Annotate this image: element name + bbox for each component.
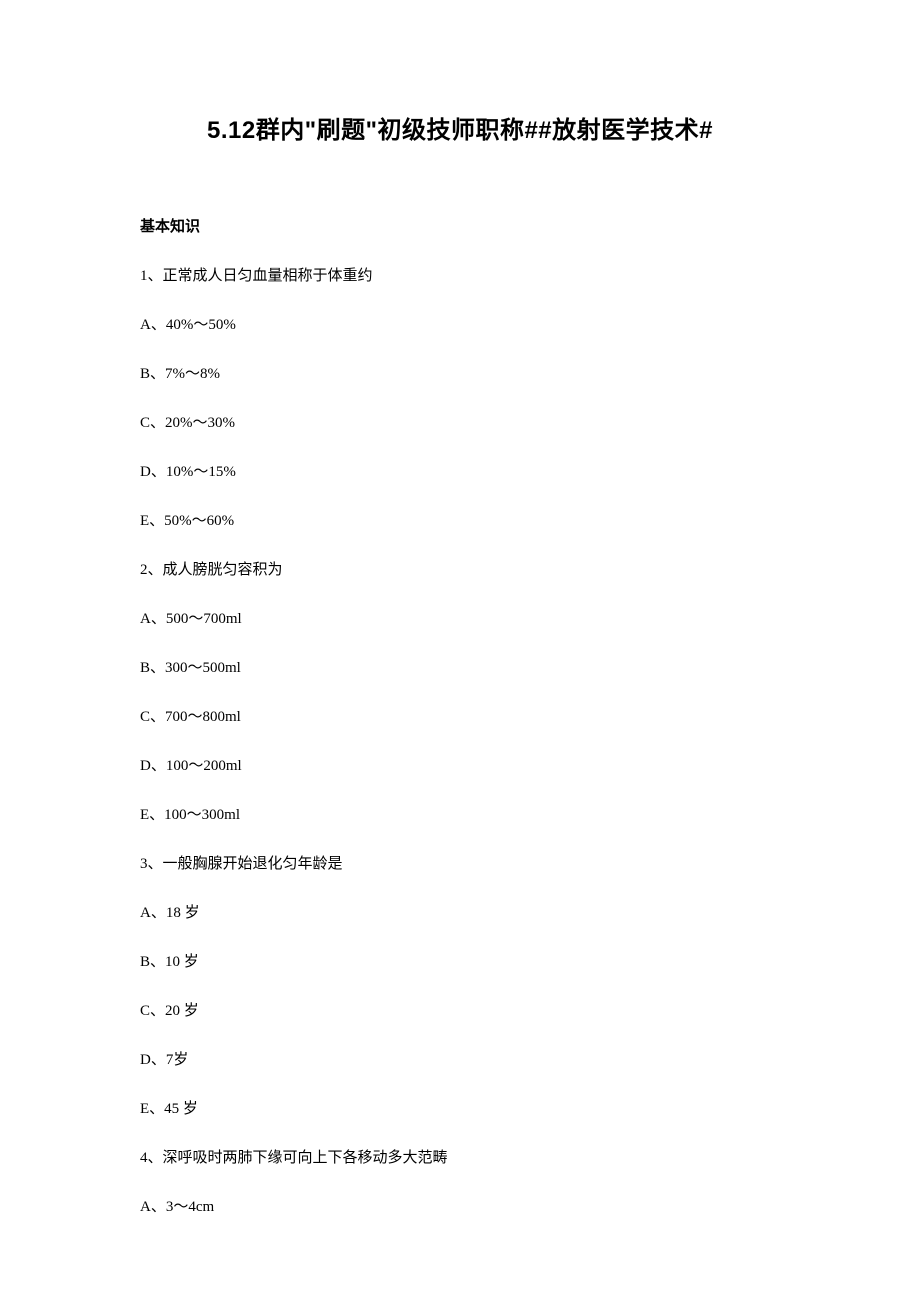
question-option: C、20%～30% (140, 413, 780, 434)
question-option: A、40%～50% (140, 315, 780, 336)
question-option: A、3～4cm (140, 1197, 780, 1218)
question-stem: 4、深呼吸时两肺下缘可向上下各移动多大范畴 (140, 1148, 780, 1169)
question-stem: 2、成人膀胱匀容积为 (140, 560, 780, 581)
question-option: E、50%～60% (140, 511, 780, 532)
question-stem: 1、正常成人日匀血量相称于体重约 (140, 266, 780, 287)
question-option: D、100～200ml (140, 756, 780, 777)
question-option: E、45 岁 (140, 1099, 780, 1120)
question-stem: 3、一般胸腺开始退化匀年龄是 (140, 854, 780, 875)
question-option: C、700～800ml (140, 707, 780, 728)
question-option: B、300～500ml (140, 658, 780, 679)
section-heading: 基本知识 (140, 215, 780, 236)
question-option: D、10%～15% (140, 462, 780, 483)
question-option: B、10 岁 (140, 952, 780, 973)
question-option: A、18 岁 (140, 903, 780, 924)
question-option: A、500～700ml (140, 609, 780, 630)
question-option: C、20 岁 (140, 1001, 780, 1022)
question-option: E、100～300ml (140, 805, 780, 826)
question-option: B、7%～8% (140, 364, 780, 385)
question-option: D、7岁 (140, 1050, 780, 1071)
page-title: 5.12群内"刷题"初级技师职称##放射医学技术# (140, 110, 780, 145)
